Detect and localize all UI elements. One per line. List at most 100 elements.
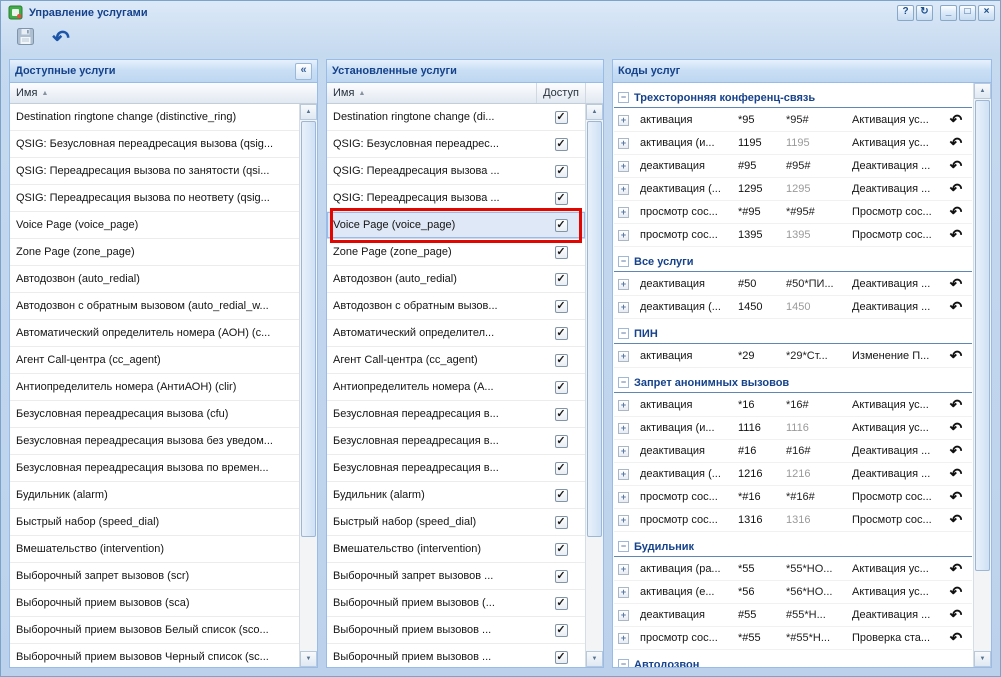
code-row[interactable]: +активация*95*95#Активация ус...↶	[614, 109, 972, 132]
code-row[interactable]: +просмотр сос...*#16*#16#Просмотр сос...…	[614, 486, 972, 509]
code-row[interactable]: +активация (ра...*55*55*НО...Активация у…	[614, 558, 972, 581]
scroll-track[interactable]	[300, 120, 317, 651]
service-row[interactable]: Безусловная переадресация в...✓	[327, 401, 585, 428]
collapse-group-icon[interactable]: −	[618, 541, 629, 552]
service-row[interactable]: Безусловная переадресация вызова (cfu)	[10, 401, 299, 428]
service-row[interactable]: Выборочный прием вызовов (...✓	[327, 590, 585, 617]
service-row[interactable]: Безусловная переадресация вызова без уве…	[10, 428, 299, 455]
code-group-header[interactable]: −Трехсторонняя конференц-связь	[614, 83, 972, 108]
expand-row-icon[interactable]: +	[618, 302, 629, 313]
access-checkbox[interactable]: ✓	[555, 624, 568, 637]
service-row[interactable]: Антиопределитель номера (АнтиАОН) (clir)	[10, 374, 299, 401]
service-row[interactable]: Автодозвон с обратным вызовом (auto_redi…	[10, 293, 299, 320]
expand-row-icon[interactable]: +	[618, 230, 629, 241]
access-checkbox[interactable]: ✓	[555, 489, 568, 502]
expand-row-icon[interactable]: +	[618, 138, 629, 149]
code-row[interactable]: +активация (и...11161116Активация ус...↶	[614, 417, 972, 440]
restore-default-icon[interactable]: ↶	[940, 277, 972, 292]
service-row[interactable]: Выборочный прием вызовов ...✓	[327, 644, 585, 667]
scroll-track[interactable]	[586, 120, 603, 651]
access-checkbox[interactable]: ✓	[555, 273, 568, 286]
service-row[interactable]: QSIG: Безусловная переадресация вызова (…	[10, 131, 299, 158]
service-row[interactable]: QSIG: Переадресация вызова по занятости …	[10, 158, 299, 185]
service-row[interactable]: Выборочный запрет вызовов ...✓	[327, 563, 585, 590]
service-row[interactable]: Автодозвон (auto_redial)✓	[327, 266, 585, 293]
restore-default-icon[interactable]: ↶	[940, 490, 972, 505]
expand-row-icon[interactable]: +	[618, 184, 629, 195]
expand-row-icon[interactable]: +	[618, 423, 629, 434]
service-row[interactable]: QSIG: Переадресация вызова по неответу (…	[10, 185, 299, 212]
available-scrollbar[interactable]: ▲ ▼	[299, 104, 317, 667]
available-column-header[interactable]: Имя ▲	[10, 83, 317, 104]
restore-default-icon[interactable]: ↶	[940, 300, 972, 315]
service-row[interactable]: Voice Page (voice_page)	[10, 212, 299, 239]
code-row[interactable]: +просмотр сос...13161316Просмотр сос...↶	[614, 509, 972, 532]
access-checkbox[interactable]: ✓	[555, 300, 568, 313]
service-row[interactable]: Выборочный прием вызовов ...✓	[327, 617, 585, 644]
expand-row-icon[interactable]: +	[618, 515, 629, 526]
collapse-group-icon[interactable]: −	[618, 377, 629, 388]
collapse-group-icon[interactable]: −	[618, 256, 629, 267]
expand-row-icon[interactable]: +	[618, 492, 629, 503]
code-row[interactable]: +просмотр сос...*#55*#55*Н...Проверка ст…	[614, 627, 972, 650]
expand-row-icon[interactable]: +	[618, 115, 629, 126]
access-checkbox[interactable]: ✓	[555, 435, 568, 448]
service-row[interactable]: Voice Page (voice_page)✓	[327, 212, 585, 239]
restore-default-icon[interactable]: ↶	[940, 467, 972, 482]
scroll-up-button[interactable]: ▲	[300, 104, 317, 120]
access-checkbox[interactable]: ✓	[555, 543, 568, 556]
collapse-group-icon[interactable]: −	[618, 92, 629, 103]
restore-default-icon[interactable]: ↶	[940, 159, 972, 174]
restore-default-icon[interactable]: ↶	[940, 513, 972, 528]
collapse-panel-button[interactable]: «	[295, 63, 312, 80]
code-row[interactable]: +деактивация#50#50*ПИ...Деактивация ...↶	[614, 273, 972, 296]
access-checkbox[interactable]: ✓	[555, 246, 568, 259]
code-row[interactable]: +деактивация#95#95#Деактивация ...↶	[614, 155, 972, 178]
access-checkbox[interactable]: ✓	[555, 219, 568, 232]
codes-scrollbar[interactable]: ▲ ▼	[973, 83, 991, 667]
service-row[interactable]: Выборочный прием вызовов Белый список (s…	[10, 617, 299, 644]
restore-default-icon[interactable]: ↶	[940, 113, 972, 128]
access-checkbox[interactable]: ✓	[555, 138, 568, 151]
access-checkbox[interactable]: ✓	[555, 516, 568, 529]
restore-default-icon[interactable]: ↶	[940, 421, 972, 436]
code-row[interactable]: +просмотр сос...13951395Просмотр сос...↶	[614, 224, 972, 247]
close-button[interactable]: ×	[978, 5, 995, 21]
window-titlebar[interactable]: Управление услугами ? ↻ _ □ ×	[2, 2, 999, 23]
service-row[interactable]: Выборочный прием вызовов (sca)	[10, 590, 299, 617]
code-row[interactable]: +активация (е...*56*56*НО...Активация ус…	[614, 581, 972, 604]
collapse-group-icon[interactable]: −	[618, 659, 629, 667]
service-row[interactable]: Zone Page (zone_page)✓	[327, 239, 585, 266]
code-group-header[interactable]: −Автодозвон	[614, 650, 972, 667]
expand-row-icon[interactable]: +	[618, 351, 629, 362]
code-group-header[interactable]: −ПИН	[614, 319, 972, 344]
restore-default-icon[interactable]: ↶	[940, 136, 972, 151]
service-row[interactable]: Антиопределитель номера (А...✓	[327, 374, 585, 401]
expand-row-icon[interactable]: +	[618, 279, 629, 290]
service-row[interactable]: Zone Page (zone_page)	[10, 239, 299, 266]
code-row[interactable]: +просмотр сос...*#95*#95#Просмотр сос...…	[614, 201, 972, 224]
restore-default-icon[interactable]: ↶	[940, 398, 972, 413]
code-row[interactable]: +деактивация (...12951295Деактивация ...…	[614, 178, 972, 201]
help-button[interactable]: ?	[897, 5, 914, 21]
scroll-thumb[interactable]	[587, 121, 602, 537]
scroll-down-button[interactable]: ▼	[974, 651, 991, 667]
expand-row-icon[interactable]: +	[618, 587, 629, 598]
access-checkbox[interactable]: ✓	[555, 327, 568, 340]
access-checkbox[interactable]: ✓	[555, 570, 568, 583]
scroll-down-button[interactable]: ▼	[586, 651, 603, 667]
installed-scrollbar[interactable]: ▲ ▼	[585, 104, 603, 667]
service-row[interactable]: Быстрый набор (speed_dial)	[10, 509, 299, 536]
expand-row-icon[interactable]: +	[618, 633, 629, 644]
access-checkbox[interactable]: ✓	[555, 111, 568, 124]
restore-default-icon[interactable]: ↶	[940, 585, 972, 600]
service-row[interactable]: Будильник (alarm)✓	[327, 482, 585, 509]
access-checkbox[interactable]: ✓	[555, 651, 568, 664]
code-row[interactable]: +активация*29*29*Ст...Изменение П...↶	[614, 345, 972, 368]
name-column[interactable]: Имя ▲	[327, 83, 536, 103]
save-button[interactable]	[12, 25, 38, 51]
expand-row-icon[interactable]: +	[618, 469, 629, 480]
restore-default-icon[interactable]: ↶	[940, 608, 972, 623]
restore-default-icon[interactable]: ↶	[940, 205, 972, 220]
minimize-button[interactable]: _	[940, 5, 957, 21]
